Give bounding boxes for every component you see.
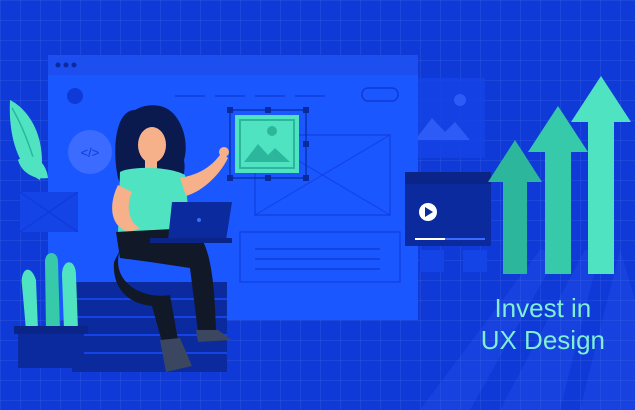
svg-text:</>: </> <box>81 145 100 160</box>
window-dot-3 <box>71 62 77 68</box>
block-small-2 <box>463 250 487 272</box>
video-player <box>405 172 491 246</box>
growth-arrow-icon <box>488 76 631 274</box>
headline-line-1: Invest in <box>494 293 592 323</box>
block-small-1 <box>420 250 444 272</box>
selected-image-element <box>227 107 309 181</box>
headline-line-2: UX Design <box>480 325 605 355</box>
avatar-placeholder <box>67 88 83 104</box>
leaf-icon <box>9 100 48 180</box>
code-icon: </> <box>68 130 112 174</box>
left-card <box>19 191 79 233</box>
nav-bar-4 <box>295 95 325 97</box>
browser-window <box>48 55 418 320</box>
nav-bar-2 <box>215 95 245 97</box>
nav-bar-1 <box>175 95 205 97</box>
nav-bar-3 <box>255 95 285 97</box>
window-dot-1 <box>55 62 61 68</box>
sun-icon <box>267 126 277 136</box>
illustration-canvas: </> Invest in UX Design <box>0 0 635 410</box>
headline: Invest in UX Design <box>481 292 605 356</box>
window-dot-2 <box>63 62 69 68</box>
